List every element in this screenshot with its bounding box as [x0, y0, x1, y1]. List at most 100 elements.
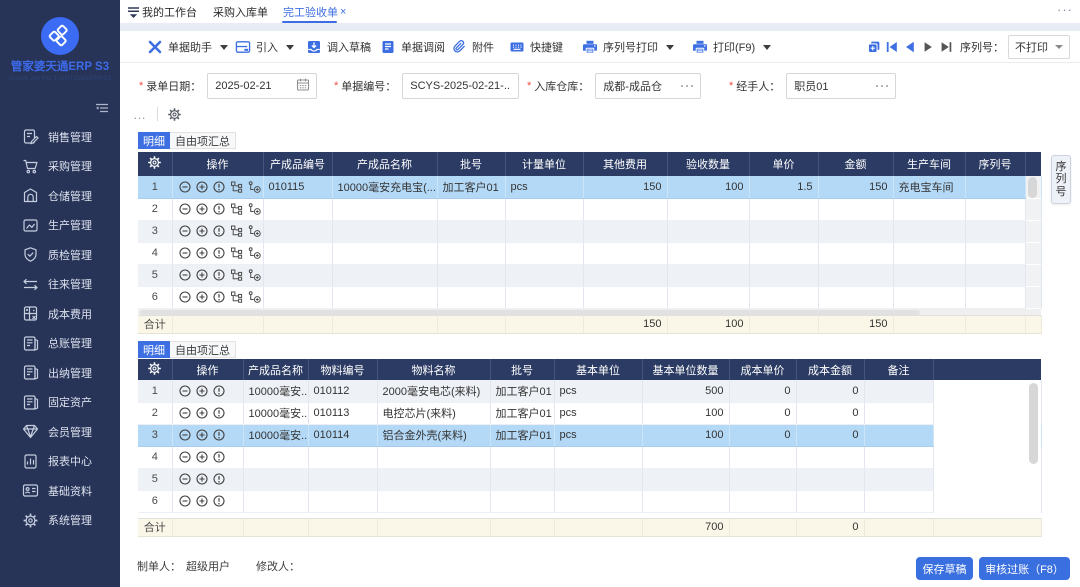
row-minus-icon[interactable] — [179, 473, 191, 485]
row-minus-icon[interactable] — [179, 181, 191, 193]
row-minus-icon[interactable] — [179, 495, 191, 507]
sidebar-item-1[interactable]: 销售管理 — [0, 122, 120, 152]
row-plus-icon[interactable] — [196, 473, 208, 485]
cell[interactable]: 0 — [796, 380, 864, 402]
row-minus-icon[interactable] — [179, 385, 191, 397]
cell[interactable] — [332, 242, 437, 264]
row-warn-icon[interactable] — [213, 473, 225, 485]
cell[interactable] — [505, 198, 583, 220]
row-tree-icon[interactable] — [230, 291, 243, 303]
table1-hscroll[interactable] — [138, 308, 1041, 315]
table2-header-8[interactable]: 成本单价 — [729, 359, 796, 380]
table2-row-6[interactable]: 6 — [138, 490, 1041, 512]
cell[interactable] — [554, 468, 642, 490]
table1-row-2[interactable]: 2 — [138, 198, 1041, 220]
row-plus-icon[interactable] — [196, 291, 208, 303]
cell[interactable]: 10000毫安... — [243, 402, 308, 424]
cell[interactable]: 150 — [818, 176, 893, 198]
row-nodeplus-icon[interactable] — [248, 291, 261, 303]
row-minus-icon[interactable] — [179, 451, 191, 463]
table2-header-6[interactable]: 基本单位 — [554, 359, 642, 380]
cell[interactable] — [965, 198, 1025, 220]
toolbar-item-4[interactable]: 单据调阅 — [380, 31, 445, 63]
table1-header-gear[interactable] — [138, 152, 172, 176]
cell[interactable] — [490, 446, 554, 468]
cell[interactable] — [505, 220, 583, 242]
cell[interactable]: 铝合金外壳(来料) — [377, 424, 490, 446]
cell[interactable] — [642, 468, 729, 490]
cell[interactable]: pcs — [505, 176, 583, 198]
row-plus-icon[interactable] — [196, 203, 208, 215]
table1-row-6[interactable]: 6 — [138, 286, 1041, 308]
row-warn-icon[interactable] — [213, 269, 225, 281]
sidebar-item-10[interactable]: 固定资产 — [0, 388, 120, 418]
cell[interactable] — [965, 264, 1025, 286]
table1-header-4[interactable]: 批号 — [437, 152, 505, 176]
toolbar-item-1[interactable]: 单据助手 — [147, 31, 228, 63]
table2-header-5[interactable]: 批号 — [490, 359, 554, 380]
table2-header-10[interactable]: 备注 — [864, 359, 933, 380]
row-plus-icon[interactable] — [196, 429, 208, 441]
cell[interactable] — [864, 468, 933, 490]
row-nodeplus-icon[interactable] — [248, 181, 261, 193]
cell[interactable] — [583, 286, 667, 308]
save-draft-button[interactable]: 保存草稿 — [916, 557, 973, 580]
toolbar-item-2[interactable]: 引入 — [235, 31, 294, 63]
table2-header-gear[interactable] — [138, 359, 172, 380]
row-plus-icon[interactable] — [196, 181, 208, 193]
table2-header-2[interactable]: 产成品名称 — [243, 359, 308, 380]
cell[interactable] — [729, 446, 796, 468]
table1-row-5[interactable]: 5 — [138, 264, 1041, 286]
lookup-dots-icon[interactable] — [680, 80, 694, 92]
collapse-menu-icon[interactable] — [94, 100, 109, 115]
cell[interactable] — [749, 220, 818, 242]
cell[interactable]: 10000毫安... — [243, 380, 308, 402]
row-minus-icon[interactable] — [179, 429, 191, 441]
cell[interactable] — [583, 264, 667, 286]
cell[interactable] — [667, 242, 749, 264]
calendar-icon[interactable] — [296, 78, 310, 95]
table1-header-6[interactable]: 其他费用 — [583, 152, 667, 176]
cell[interactable]: 010113 — [308, 402, 377, 424]
cell[interactable] — [437, 264, 505, 286]
table2-tab-1[interactable]: 明细 — [138, 341, 170, 358]
row-minus-icon[interactable] — [179, 291, 191, 303]
cell[interactable] — [437, 220, 505, 242]
tab-3[interactable]: 完工验收单× — [283, 0, 346, 23]
cell[interactable] — [243, 490, 308, 512]
row-plus-icon[interactable] — [196, 451, 208, 463]
sidebar-item-9[interactable]: 出纳管理 — [0, 358, 120, 388]
table2-row-2[interactable]: 210000毫安...010113电控芯片(来料)加工客户01pcs10000 — [138, 402, 1041, 424]
row-tree-icon[interactable] — [230, 225, 243, 237]
cell[interactable] — [554, 490, 642, 512]
cell[interactable] — [505, 242, 583, 264]
cell[interactable] — [377, 468, 490, 490]
table2-row-3[interactable]: 310000毫安...010114铝合金外壳(来料)加工客户01pcs10000 — [138, 424, 1041, 446]
toolbar-item-3[interactable]: 调入草稿 — [306, 31, 371, 63]
sidebar-item-12[interactable]: 报表中心 — [0, 447, 120, 477]
audit-post-button[interactable]: 审核过账（F8） — [979, 557, 1070, 580]
row-warn-icon[interactable] — [213, 451, 225, 463]
cell[interactable] — [243, 446, 308, 468]
cell[interactable] — [864, 490, 933, 512]
tab-1[interactable]: 我的工作台 — [142, 0, 197, 23]
cell[interactable]: 0 — [796, 402, 864, 424]
row-warn-icon[interactable] — [213, 407, 225, 419]
cell[interactable] — [729, 468, 796, 490]
cell[interactable]: 1.5 — [749, 176, 818, 198]
cell[interactable] — [263, 286, 332, 308]
table1-tab-2[interactable]: 自由项汇总 — [170, 132, 236, 149]
cell[interactable]: 010115 — [263, 176, 332, 198]
table1-header-11[interactable]: 序列号 — [965, 152, 1025, 176]
cell[interactable]: pcs — [554, 402, 642, 424]
cell[interactable] — [893, 242, 965, 264]
cell[interactable]: 加工客户01 — [490, 380, 554, 402]
cell[interactable] — [864, 402, 933, 424]
table1-header-9[interactable]: 金额 — [818, 152, 893, 176]
row-plus-icon[interactable] — [196, 225, 208, 237]
cell[interactable] — [243, 468, 308, 490]
row-nodeplus-icon[interactable] — [248, 269, 261, 281]
cell[interactable] — [490, 490, 554, 512]
cell[interactable] — [583, 242, 667, 264]
cell[interactable] — [437, 198, 505, 220]
